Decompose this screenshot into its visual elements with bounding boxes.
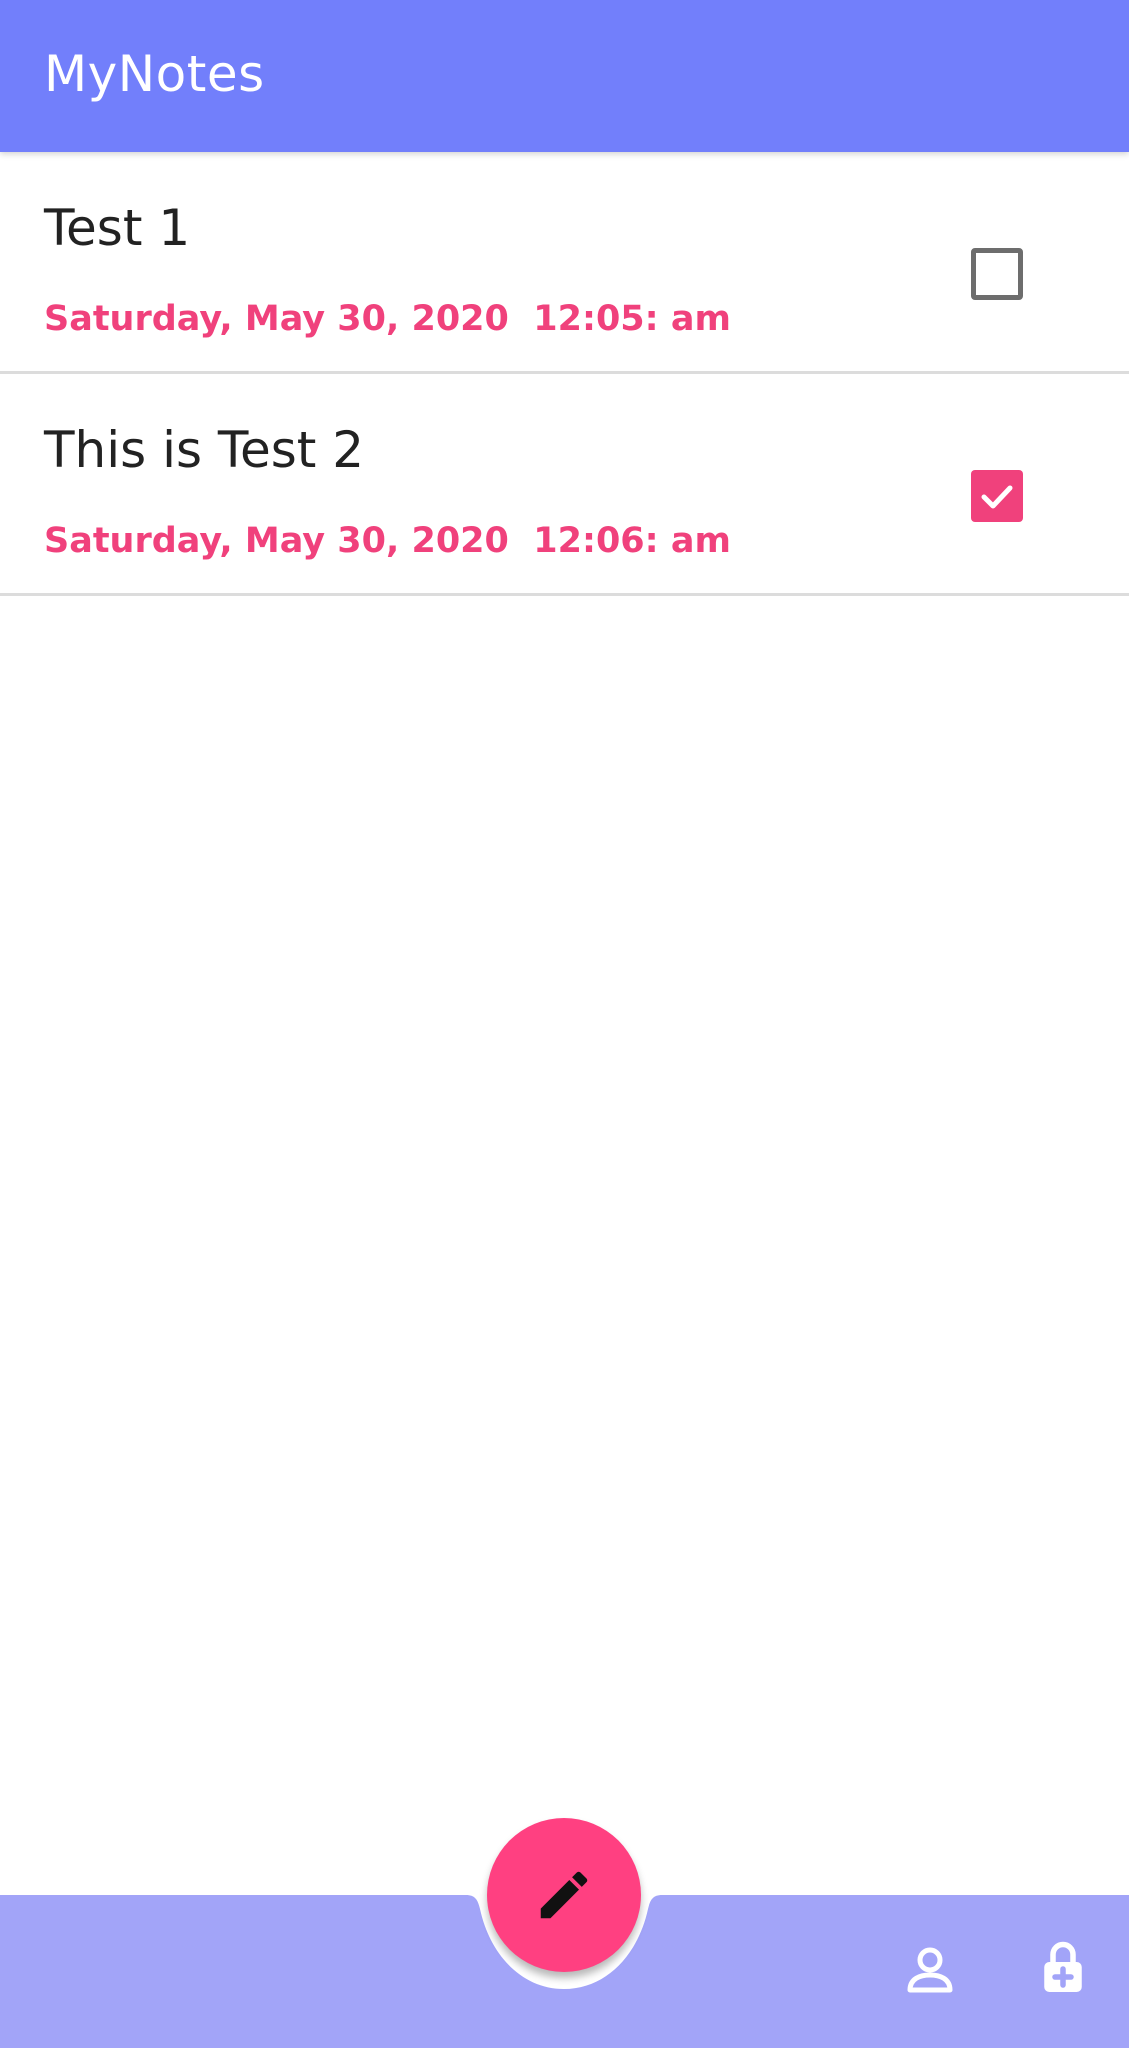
note-title: Test 1 (44, 199, 191, 257)
note-checkbox-checked[interactable] (971, 470, 1023, 522)
account-icon[interactable] (900, 1940, 960, 2000)
app-bar: MyNotes (0, 0, 1129, 152)
note-row[interactable]: This is Test 2 Saturday, May 30, 2020 12… (0, 374, 1129, 596)
check-icon (981, 485, 1013, 509)
note-title: This is Test 2 (44, 421, 365, 479)
note-date: Saturday, May 30, 2020 12:05: am (44, 299, 731, 339)
edit-note-fab[interactable] (487, 1818, 641, 1972)
app-title: MyNotes (44, 45, 265, 103)
note-date: Saturday, May 30, 2020 12:06: am (44, 521, 731, 561)
note-row[interactable]: Test 1 Saturday, May 30, 2020 12:05: am (0, 152, 1129, 374)
lock-add-icon[interactable] (1033, 1937, 1093, 1997)
pencil-icon (540, 1871, 588, 1919)
notes-list: Test 1 Saturday, May 30, 2020 12:05: am … (0, 152, 1129, 596)
note-checkbox[interactable] (971, 248, 1023, 300)
